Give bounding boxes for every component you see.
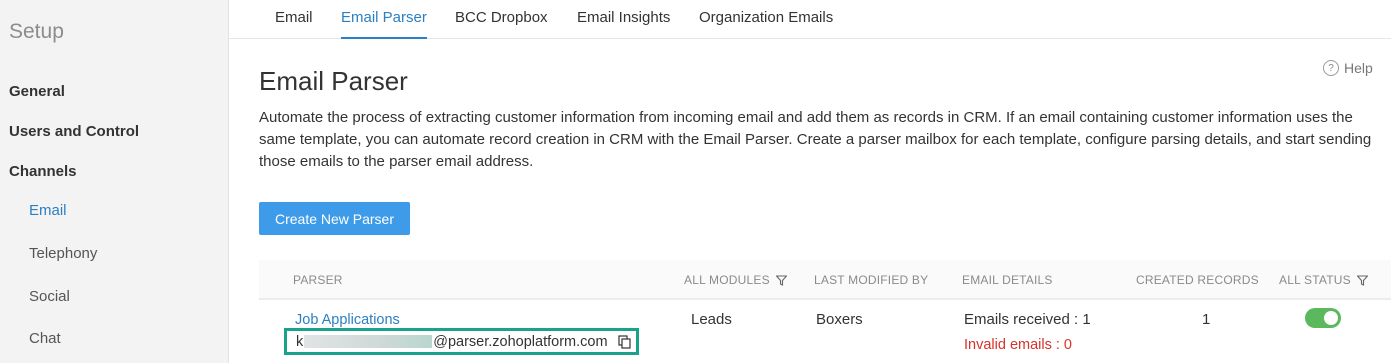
created-records-cell: 1 [1202,311,1211,328]
sidebar: Setup General Users and Control Channels… [0,0,229,363]
column-label-last-modified-by: LAST MODIFIED BY [814,273,929,287]
column-header-created-records: CREATED RECORDS [1136,273,1259,287]
filter-icon[interactable] [1356,274,1368,286]
column-header-modules: ALL MODULES [684,273,787,287]
column-header-parser: PARSER [293,273,343,287]
column-label-created-records: CREATED RECORDS [1136,273,1259,287]
redacted-email-part [304,335,433,348]
column-label-status: ALL STATUS [1279,273,1351,287]
sidebar-item-social[interactable]: Social [29,288,70,305]
sidebar-item-email[interactable]: Email [29,202,67,219]
page-description: Automate the process of extracting custo… [259,109,1372,170]
help-link[interactable]: ? Help [1323,60,1373,76]
column-label-parser: PARSER [293,273,343,287]
parser-name-link[interactable]: Job Applications [295,312,400,328]
sidebar-item-general[interactable]: General [9,83,65,100]
sidebar-item-channels[interactable]: Channels [9,163,77,180]
email-prefix: k [296,333,304,350]
parser-email-address: k @parser.zohoplatform.com [284,328,639,355]
tab-email-insights[interactable]: Email Insights [577,9,670,39]
column-header-last-modified-by: LAST MODIFIED BY [814,273,928,287]
invalid-emails: Invalid emails : 0 [964,337,1072,353]
modified-by-cell: Boxers [816,311,863,328]
tab-email-parser[interactable]: Email Parser [341,9,427,39]
page-title: Email Parser [259,66,408,96]
tab-organization-emails[interactable]: Organization Emails [699,9,833,39]
tab-bcc-dropbox[interactable]: BCC Dropbox [455,9,548,39]
copy-icon[interactable] [617,334,631,349]
help-label: Help [1344,60,1373,76]
column-label-email-details: EMAIL DETAILS [962,273,1053,287]
email-suffix: @parser.zohoplatform.com [433,333,608,350]
sidebar-item-chat[interactable]: Chat [29,330,61,347]
tab-email[interactable]: Email [275,9,313,39]
create-new-parser-button[interactable]: Create New Parser [259,202,410,235]
status-toggle[interactable] [1305,308,1341,328]
help-icon: ? [1323,60,1339,76]
toggle-knob [1324,311,1338,325]
column-header-email-details: EMAIL DETAILS [962,273,1053,287]
column-label-modules: ALL MODULES [684,273,770,287]
filter-icon[interactable] [775,274,787,286]
sidebar-item-telephony[interactable]: Telephony [29,245,97,262]
module-cell: Leads [691,311,732,328]
sidebar-title: Setup [9,20,64,43]
emails-received: Emails received : 1 [964,311,1091,328]
sidebar-item-users-and-control[interactable]: Users and Control [9,123,139,140]
column-header-status: ALL STATUS [1279,273,1368,287]
